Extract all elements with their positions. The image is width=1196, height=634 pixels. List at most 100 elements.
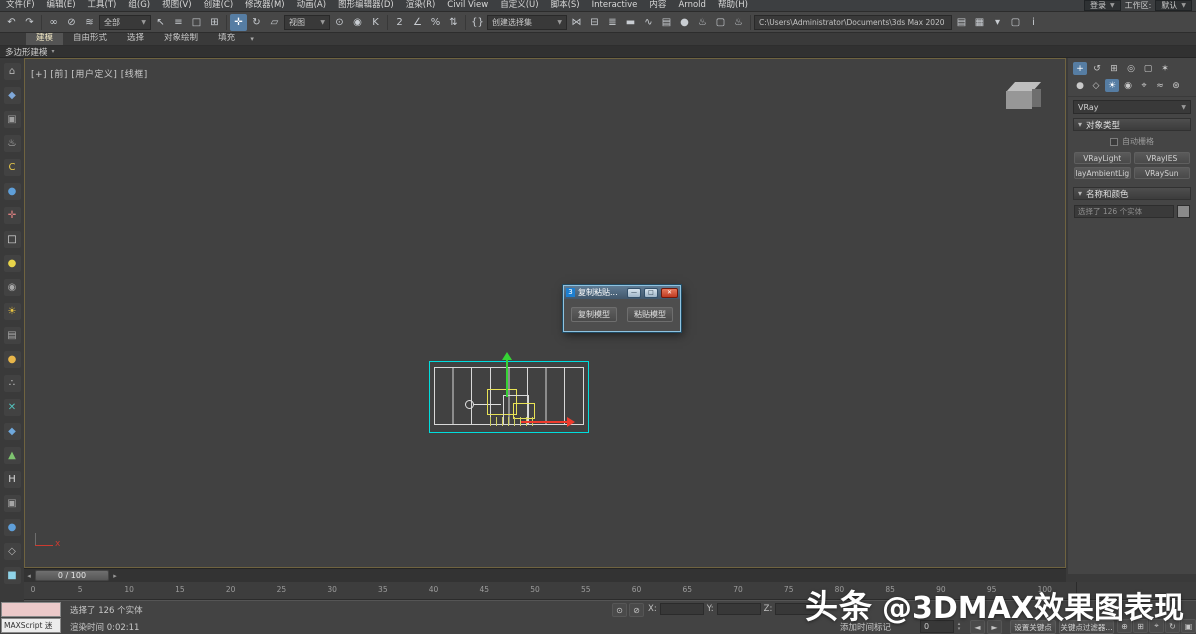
left-tool-icon-15[interactable]: ✕: [4, 399, 21, 416]
layer-explorer-icon[interactable]: ≣: [604, 14, 621, 31]
asset-library-icon[interactable]: ▦: [971, 14, 988, 31]
left-tool-icon-13[interactable]: ●: [4, 351, 21, 368]
menu-item[interactable]: 组(G): [122, 0, 156, 12]
ribbon-tab-5[interactable]: 填充: [208, 32, 245, 45]
set-key-button[interactable]: 设置关键点: [1010, 620, 1056, 634]
object-type-rollout[interactable]: ▾ 对象类型: [1073, 118, 1191, 131]
use-pivot-point-icon[interactable]: ⊙: [331, 14, 348, 31]
undo-icon[interactable]: ↶: [3, 14, 20, 31]
menu-item[interactable]: 动画(A): [291, 0, 332, 12]
select-and-move-icon[interactable]: ✛: [230, 14, 247, 31]
next-key-icon[interactable]: ►: [987, 620, 1002, 634]
menu-item[interactable]: 内容: [643, 0, 672, 12]
left-tool-icon-7[interactable]: ✛: [4, 207, 21, 224]
ribbon-tab-1[interactable]: 建模: [26, 32, 63, 45]
autogrid-checkbox[interactable]: [1110, 138, 1118, 146]
motion-tab[interactable]: ◎: [1124, 62, 1138, 75]
bind-to-space-warp-icon[interactable]: ≋: [81, 14, 98, 31]
orbit-icon[interactable]: ↻: [1165, 619, 1180, 633]
material-editor-icon[interactable]: ●: [676, 14, 693, 31]
lights-category[interactable]: ☀: [1105, 79, 1119, 92]
y-field[interactable]: [717, 603, 761, 615]
x-field[interactable]: [660, 603, 704, 615]
display-tab[interactable]: ▢: [1141, 62, 1155, 75]
left-tool-icon-17[interactable]: ▲: [4, 447, 21, 464]
dialog-titlebar[interactable]: 3 复制粘贴... — □ ✕: [564, 286, 680, 299]
z-field[interactable]: [775, 603, 819, 615]
left-tool-icon-14[interactable]: ∴: [4, 375, 21, 392]
mirror-icon[interactable]: ⋈: [568, 14, 585, 31]
object-type-button[interactable]: VRayIES: [1134, 152, 1191, 164]
render-setup-icon[interactable]: ♨: [694, 14, 711, 31]
menu-item[interactable]: 渲染(R): [400, 0, 442, 12]
menu-item[interactable]: 文件(F): [0, 0, 41, 12]
menu-item[interactable]: 创建(C): [198, 0, 240, 12]
ribbon-tab-3[interactable]: 选择: [117, 32, 154, 45]
move-gizmo-y-arrowhead[interactable]: [502, 352, 512, 360]
zoom-extents-icon[interactable]: ⌖: [1149, 619, 1164, 633]
left-tool-icon-22[interactable]: ■: [4, 567, 21, 584]
zoom-all-icon[interactable]: ⊞: [1133, 619, 1148, 633]
minimize-icon[interactable]: —: [627, 288, 641, 298]
object-type-button[interactable]: VRayLight: [1074, 152, 1131, 164]
helpers-category[interactable]: ⌖: [1137, 79, 1151, 92]
render-production-icon[interactable]: ♨: [730, 14, 747, 31]
left-tool-icon-5[interactable]: C: [4, 159, 21, 176]
left-tool-icon-2[interactable]: ◆: [4, 87, 21, 104]
object-color-swatch[interactable]: [1177, 205, 1190, 218]
unlink-selection-icon[interactable]: ⊘: [63, 14, 80, 31]
login-dropdown[interactable]: 登录 ▼: [1084, 0, 1121, 11]
object-type-button[interactable]: VRaySun: [1134, 167, 1191, 179]
select-and-manipulate-icon[interactable]: ◉: [349, 14, 366, 31]
left-tool-icon-19[interactable]: ▣: [4, 495, 21, 512]
add-time-tag[interactable]: 添加时间标记: [840, 621, 891, 633]
menu-item[interactable]: 修改器(M): [239, 0, 290, 12]
curve-editor-icon[interactable]: ∿: [640, 14, 657, 31]
keyboard-override-icon[interactable]: K: [367, 14, 384, 31]
left-tool-icon-11[interactable]: ☀: [4, 303, 21, 320]
menu-item[interactable]: 自定义(U): [494, 0, 544, 12]
left-tool-icon-18[interactable]: H: [4, 471, 21, 488]
edit-named-sets-icon[interactable]: {}: [469, 14, 486, 31]
object-name-field[interactable]: 选择了 126 个实体: [1074, 205, 1174, 218]
menu-item[interactable]: 帮助(H): [712, 0, 754, 12]
systems-category[interactable]: ⊛: [1169, 79, 1183, 92]
viewport-front[interactable]: [+] [前] [用户定义] [线框] x: [24, 58, 1066, 568]
left-tool-icon-6[interactable]: ●: [4, 183, 21, 200]
time-slider-next-icon[interactable]: ▸: [111, 572, 119, 580]
project-folder-icon[interactable]: ▤: [953, 14, 970, 31]
move-gizmo-x-arrowhead[interactable]: [567, 417, 575, 427]
menu-item[interactable]: 工具(T): [82, 0, 123, 12]
isolate-selection-icon[interactable]: ⊙: [612, 603, 627, 617]
select-object-icon[interactable]: ↖: [152, 14, 169, 31]
menu-item[interactable]: Civil View: [441, 0, 494, 12]
close-icon[interactable]: ✕: [661, 288, 678, 298]
time-slider-handle[interactable]: 0 / 100: [35, 570, 109, 581]
ribbon-subtab-polygon-modeling[interactable]: 多边形建模: [5, 46, 48, 58]
named-selection-sets-dropdown[interactable]: 创建选择集 ▼: [487, 15, 567, 30]
angle-snap-icon[interactable]: ∠: [409, 14, 426, 31]
rendered-frame-window-icon[interactable]: ▢: [712, 14, 729, 31]
track-bar[interactable]: 0510152025303540455055606570758085909510…: [24, 582, 1196, 600]
schematic-view-icon[interactable]: ▤: [658, 14, 675, 31]
percent-snap-icon[interactable]: %: [427, 14, 444, 31]
workspace-drop-icon[interactable]: ▾: [989, 14, 1006, 31]
spinner-down-icon[interactable]: ▾: [958, 627, 961, 632]
viewport-label[interactable]: [+] [前] [用户定义] [线框]: [31, 67, 148, 80]
copy-model-button[interactable]: 复制模型: [571, 307, 617, 322]
workspace-dropdown[interactable]: 默认 ▼: [1155, 0, 1192, 11]
previous-key-icon[interactable]: ◄: [970, 620, 985, 634]
menu-item[interactable]: Arnold: [672, 0, 712, 12]
redo-icon[interactable]: ↷: [21, 14, 38, 31]
reference-coordinate-dropdown[interactable]: 视图 ▼: [284, 15, 330, 30]
left-tool-icon-3[interactable]: ▣: [4, 111, 21, 128]
shapes-category[interactable]: ◇: [1089, 79, 1103, 92]
left-tool-icon-16[interactable]: ◆: [4, 423, 21, 440]
selection-region-icon[interactable]: □: [188, 14, 205, 31]
maximize-viewport-icon[interactable]: ▣: [1181, 619, 1196, 633]
menu-item[interactable]: 视图(V): [156, 0, 197, 12]
create-tab[interactable]: +: [1073, 62, 1087, 75]
menu-item[interactable]: 编辑(E): [41, 0, 82, 12]
geometry-category[interactable]: ●: [1073, 79, 1087, 92]
spinner-snap-icon[interactable]: ⇅: [445, 14, 462, 31]
